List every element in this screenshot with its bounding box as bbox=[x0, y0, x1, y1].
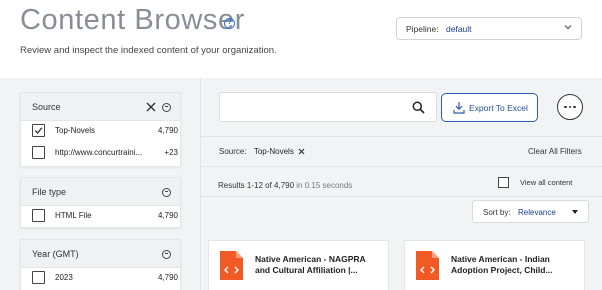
sort-label: Sort by: bbox=[483, 208, 511, 217]
filter-source-label: Source: bbox=[219, 147, 247, 156]
facet-source-header: Source bbox=[21, 93, 180, 121]
result-card[interactable]: Native American - Indian Adoption Projec… bbox=[404, 240, 585, 290]
dot bbox=[568, 105, 572, 109]
check-icon bbox=[34, 127, 43, 134]
facet-item[interactable]: Top-Novels 4,790 bbox=[32, 124, 178, 138]
dot bbox=[573, 105, 576, 109]
facet-item-label: HTML File bbox=[55, 211, 92, 220]
facet-source: Source Top-Novels 4,790 http://www.concu… bbox=[20, 92, 181, 167]
question-circle-icon[interactable]: ? bbox=[224, 18, 235, 29]
view-all-checkbox[interactable] bbox=[498, 177, 509, 188]
divider bbox=[201, 196, 602, 197]
chevron-down-icon bbox=[564, 25, 572, 30]
collapse-icon[interactable] bbox=[162, 187, 171, 197]
search-icon[interactable] bbox=[412, 101, 425, 114]
facet-item[interactable]: HTML File 4,790 bbox=[32, 209, 178, 223]
pipeline-label: Pipeline: bbox=[406, 24, 439, 34]
caret-down-icon bbox=[572, 210, 578, 214]
facet-item-label: 2023 bbox=[55, 273, 73, 282]
results-count: Results 1-12 of 4,790 bbox=[218, 181, 295, 190]
page-subtitle: Review and inspect the indexed content o… bbox=[20, 45, 277, 56]
checkbox[interactable] bbox=[32, 146, 45, 159]
divider bbox=[201, 136, 602, 137]
checkbox-checked[interactable] bbox=[32, 124, 45, 137]
result-card[interactable]: Native American - NAGPRA and Cultural Af… bbox=[208, 240, 389, 290]
more-options-button[interactable] bbox=[557, 94, 583, 120]
search-field[interactable] bbox=[226, 99, 406, 116]
view-all-label: View all content bbox=[520, 178, 573, 187]
close-icon[interactable] bbox=[298, 148, 305, 155]
active-filters: Source: Top-Novels bbox=[219, 147, 305, 156]
facet-item-count: 4,790 bbox=[157, 273, 178, 282]
html-file-icon bbox=[220, 251, 243, 280]
filter-chip[interactable]: Top-Novels bbox=[254, 147, 294, 156]
divider bbox=[201, 166, 602, 167]
result-title[interactable]: Native American - Indian Adoption Projec… bbox=[451, 254, 576, 276]
download-icon bbox=[453, 102, 465, 114]
dot bbox=[564, 105, 567, 109]
result-title[interactable]: Native American - NAGPRA and Cultural Af… bbox=[255, 254, 380, 276]
facet-year: Year (GMT) 2023 4,790 bbox=[20, 239, 181, 290]
facet-file-type: File type HTML File 4,790 bbox=[20, 177, 181, 228]
checkbox[interactable] bbox=[32, 271, 45, 284]
facet-item-count: 4,790 bbox=[157, 126, 178, 135]
facet-item[interactable]: http://www.concurtraini... +23 bbox=[32, 146, 178, 160]
clear-all-filters-link[interactable]: Clear All Filters bbox=[528, 147, 582, 156]
page-title: Content Browser bbox=[20, 4, 245, 36]
facet-file-type-header: File type bbox=[21, 178, 180, 206]
filter-chip-label: Top-Novels bbox=[253, 147, 294, 156]
facet-title: File type bbox=[32, 187, 67, 197]
checkbox[interactable] bbox=[32, 209, 45, 222]
facet-title: Source bbox=[32, 102, 61, 112]
facet-item-count: 4,790 bbox=[157, 211, 178, 220]
facet-item-count: +23 bbox=[164, 148, 178, 157]
facet-item-label: Top-Novels bbox=[55, 126, 96, 135]
html-file-icon bbox=[416, 251, 439, 280]
facet-item[interactable]: 2023 4,790 bbox=[32, 271, 178, 285]
search-input[interactable] bbox=[219, 92, 437, 122]
close-icon[interactable] bbox=[146, 102, 156, 112]
sort-value: Relevance bbox=[518, 208, 556, 217]
facet-title: Year (GMT) bbox=[32, 249, 79, 259]
facet-item-label: http://www.concurtraini... bbox=[55, 148, 143, 157]
facet-year-header: Year (GMT) bbox=[21, 240, 180, 268]
pipeline-value: default bbox=[446, 24, 472, 34]
results-summary: Results 1-12 of 4,790 in 0.15 seconds bbox=[218, 181, 352, 190]
export-to-excel-button[interactable]: Export To Excel bbox=[441, 93, 538, 122]
results-time: in 0.15 seconds bbox=[294, 181, 353, 190]
collapse-icon[interactable] bbox=[162, 249, 171, 259]
pipeline-select[interactable]: Pipeline: default bbox=[396, 17, 582, 40]
page-header: Content Browser ? Review and inspect the… bbox=[0, 0, 602, 78]
export-label: Export To Excel bbox=[469, 103, 528, 113]
collapse-icon[interactable] bbox=[162, 102, 171, 112]
sort-select[interactable]: Sort by: Relevance bbox=[472, 200, 589, 223]
